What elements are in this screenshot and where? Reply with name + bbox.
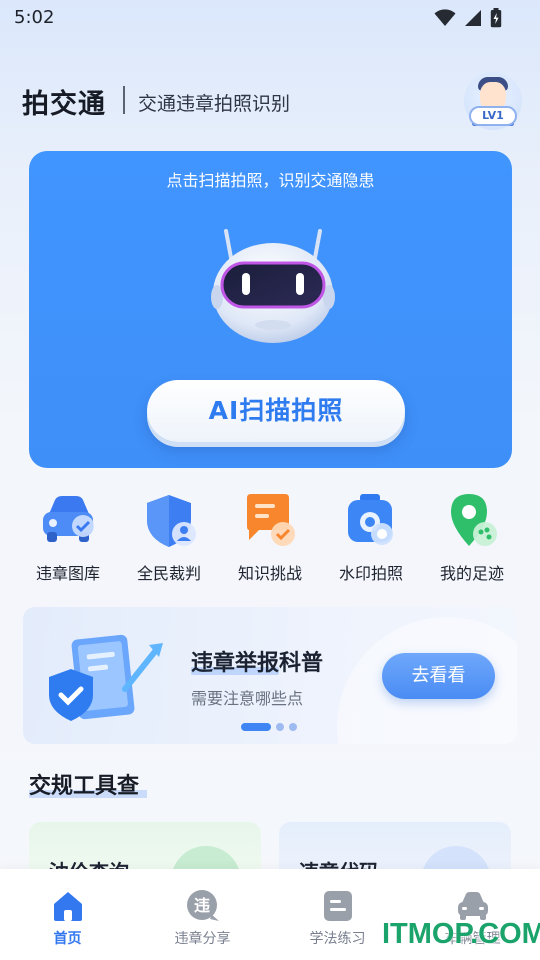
level-badge: LV1: [469, 106, 517, 126]
location-pin-icon: [451, 494, 497, 546]
promo-banner[interactable]: 违章举报科普 需要注意哪些点 去看看: [23, 607, 517, 744]
chat-check-icon: [247, 494, 295, 546]
wifi-icon: [434, 9, 456, 26]
svg-text:违: 违: [194, 896, 210, 915]
shortcut-knowledge-challenge[interactable]: 知识挑战: [220, 490, 320, 585]
site-watermark: ITMOP.COM: [382, 918, 540, 950]
shortcut-watermark-photo[interactable]: 水印拍照: [321, 490, 421, 585]
robot-mascot-icon: [211, 229, 335, 343]
home-icon: [54, 892, 82, 921]
nav-label: 违章分享: [174, 931, 231, 947]
shortcut-label: 水印拍照: [338, 564, 403, 583]
shortcut-label: 我的足迹: [439, 564, 504, 583]
camera-icon: [348, 494, 393, 545]
shortcut-my-footprint[interactable]: 我的足迹: [422, 490, 522, 585]
battery-icon: [490, 8, 502, 28]
shortcut-label: 全民裁判: [136, 564, 201, 583]
shortcut-label: 违章图库: [35, 564, 100, 583]
shortcut-label: 知识挑战: [237, 564, 302, 583]
app-header: 拍交通 交通违章拍照识别 LV1: [22, 72, 522, 130]
shortcut-violation-gallery[interactable]: 违章图库: [18, 490, 118, 585]
nav-item-share[interactable]: 违 违章分享: [135, 869, 270, 960]
pagination-dot[interactable]: [289, 723, 297, 731]
pagination-dot-active[interactable]: [241, 723, 271, 731]
status-bar: 5:02: [0, 0, 540, 36]
app-title: 拍交通: [22, 89, 106, 120]
nav-item-home[interactable]: 首页: [0, 869, 135, 960]
car-gallery-icon: [43, 496, 94, 542]
book-icon: [324, 891, 352, 921]
signal-icon: [465, 10, 481, 26]
title-divider: [123, 86, 125, 114]
pagination-dot[interactable]: [276, 723, 284, 731]
shield-user-icon: [147, 495, 196, 547]
banner-view-button[interactable]: 去看看: [382, 653, 495, 699]
ai-scan-card[interactable]: 点击扫描拍照，识别交通隐患 AI扫描拍照: [29, 151, 512, 468]
nav-label: 首页: [53, 931, 82, 947]
section-title: 交规工具查: [29, 774, 140, 799]
share-chat-icon: 违: [187, 890, 219, 921]
app-subtitle: 交通违章拍照识别: [138, 93, 291, 115]
shortcut-public-referee[interactable]: 全民裁判: [119, 490, 219, 585]
banner-subtitle: 需要注意哪些点: [191, 689, 304, 708]
banner-title: 违章举报科普: [191, 651, 324, 676]
status-icons: [434, 8, 502, 28]
shortcut-grid: 违章图库 全民裁判 知识挑战 水印拍照 我的足迹: [18, 490, 522, 585]
banner-pagination: [241, 723, 297, 731]
scan-hint: 点击扫描拍照，识别交通隐患: [166, 171, 375, 190]
ai-scan-button[interactable]: AI扫描拍照: [147, 380, 405, 442]
phone-shield-icon: [49, 634, 163, 721]
user-avatar[interactable]: LV1: [464, 72, 522, 130]
status-time: 5:02: [14, 7, 55, 28]
